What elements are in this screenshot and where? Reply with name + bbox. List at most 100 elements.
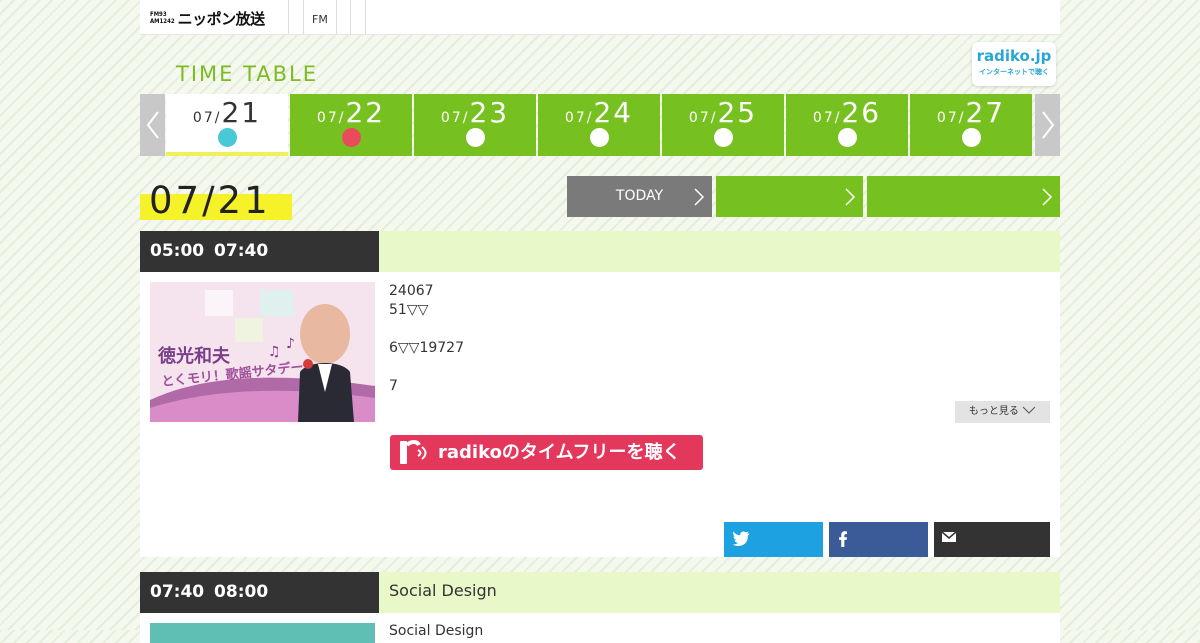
day-status-dot bbox=[342, 128, 361, 147]
header-divider bbox=[303, 0, 304, 34]
day-tab-day: 21 bbox=[221, 96, 262, 129]
program-thumbnail-art: 徳光和夫 とくモリ！歌謡サタデー ♫ ♪ bbox=[150, 282, 375, 422]
active-day-underline bbox=[166, 152, 288, 156]
logo-badge: FM93 AM1242 bbox=[150, 11, 175, 25]
day-tab-month: 07/ bbox=[812, 110, 842, 126]
day-status-dot bbox=[838, 128, 857, 147]
facebook-icon bbox=[839, 531, 847, 547]
radiko-banner-subtitle: インターネットで聴く bbox=[979, 68, 1049, 76]
header-divider bbox=[288, 0, 289, 34]
day-tab-month: 07/ bbox=[192, 110, 222, 126]
site-header: FM93 AM1242 ニッポン放送 FM bbox=[140, 0, 1060, 35]
day-tab-date: 07/25 bbox=[662, 96, 784, 129]
day-tab-date: 07/23 bbox=[414, 96, 536, 129]
today-button-label: TODAY bbox=[615, 188, 664, 204]
twitter-icon bbox=[732, 531, 750, 547]
description-line: 51▽▽ bbox=[389, 302, 429, 318]
radiko-banner[interactable]: radiko.jp インターネットで聴く bbox=[972, 42, 1056, 86]
day-status-dot bbox=[714, 128, 733, 147]
music-note-icon: ♪ bbox=[286, 336, 295, 352]
radiko-icon bbox=[400, 440, 427, 464]
twitter-share-button[interactable] bbox=[724, 522, 823, 557]
today-button[interactable]: TODAY bbox=[567, 176, 712, 217]
chevron-right-icon bbox=[1042, 188, 1053, 206]
thumb-title: 徳光和夫 bbox=[157, 345, 231, 367]
radiko-banner-title: radiko.jp bbox=[976, 47, 1052, 65]
day-tab-day: 24 bbox=[593, 96, 634, 129]
show-more-label: もっと見る bbox=[968, 406, 1019, 417]
show-more-button[interactable]: もっと見る bbox=[955, 401, 1050, 423]
next-button-1[interactable] bbox=[716, 176, 863, 217]
current-date: 07/21 bbox=[140, 176, 292, 222]
next-button-2[interactable] bbox=[867, 176, 1060, 217]
header-divider bbox=[350, 0, 351, 34]
day-tab[interactable]: 07/21 bbox=[166, 94, 288, 156]
site-logo[interactable]: FM93 AM1242 ニッポン放送 bbox=[150, 8, 265, 28]
day-tab[interactable]: 07/26 bbox=[786, 94, 908, 156]
day-status-dot bbox=[466, 128, 485, 147]
prev-week-button[interactable] bbox=[140, 94, 165, 156]
description-line: 7 bbox=[389, 378, 398, 394]
radiko-timefree-button[interactable]: radikoのタイムフリーを聴く bbox=[390, 435, 703, 470]
program-detail: Social Design bbox=[140, 613, 1060, 643]
next-week-button[interactable] bbox=[1035, 94, 1060, 156]
radiko-timefree-label: radikoのタイムフリーを聴く bbox=[438, 442, 681, 463]
chevron-down-icon bbox=[1022, 406, 1036, 414]
header-divider bbox=[336, 0, 337, 34]
program-header[interactable]: 07:40 08:00 Social Design bbox=[140, 572, 1060, 613]
mail-share-button[interactable] bbox=[934, 522, 1050, 557]
program-description: 24067 51▽▽ 6▽▽19727 7 bbox=[389, 282, 464, 396]
chevron-left-icon bbox=[146, 111, 159, 139]
program-end: 07:40 bbox=[214, 241, 269, 261]
program-time: 05:00 07:40 bbox=[140, 231, 379, 272]
logo-text: ニッポン放送 bbox=[177, 9, 266, 28]
day-tab[interactable]: 07/22 bbox=[290, 94, 412, 156]
day-tab-month: 07/ bbox=[316, 110, 346, 126]
program-header[interactable]: 05:00 07:40 bbox=[140, 231, 1060, 272]
logo-badge-fm: FM93 bbox=[150, 11, 167, 18]
day-tab[interactable]: 07/27 bbox=[910, 94, 1032, 156]
program-detail: 徳光和夫 とくモリ！歌謡サタデー ♫ ♪ 24067 51▽▽ 6▽▽19727… bbox=[140, 272, 1060, 557]
day-tab[interactable]: 07/25 bbox=[662, 94, 784, 156]
facebook-share-button[interactable] bbox=[829, 522, 928, 557]
day-status-dot bbox=[590, 128, 609, 147]
day-tab-date: 07/22 bbox=[290, 96, 412, 129]
program-start: 05:00 bbox=[150, 241, 205, 261]
program-end: 08:00 bbox=[214, 582, 269, 602]
program-description: Social Design bbox=[389, 623, 484, 639]
day-tab-month: 07/ bbox=[440, 110, 470, 126]
day-tab-date: 07/26 bbox=[786, 96, 908, 129]
day-tab-date: 07/27 bbox=[910, 96, 1032, 129]
day-tab-date: 07/24 bbox=[538, 96, 660, 129]
program-time: 07:40 08:00 bbox=[140, 572, 379, 613]
day-status-dot bbox=[962, 128, 981, 147]
description-line bbox=[389, 358, 464, 377]
day-tab-day: 23 bbox=[469, 96, 510, 129]
day-tab-day: 27 bbox=[965, 96, 1006, 129]
description-line: 6▽▽19727 bbox=[389, 340, 464, 356]
day-tab-month: 07/ bbox=[936, 110, 966, 126]
description-line: 24067 bbox=[389, 283, 434, 299]
day-tab-date: 07/21 bbox=[166, 96, 288, 129]
day-status-dot bbox=[218, 128, 237, 147]
day-tab-day: 25 bbox=[717, 96, 758, 129]
logo-badge-am: AM1242 bbox=[150, 18, 175, 25]
program-thumbnail[interactable] bbox=[150, 623, 375, 643]
day-tab[interactable]: 07/23 bbox=[414, 94, 536, 156]
day-tab-month: 07/ bbox=[688, 110, 718, 126]
chevron-right-icon bbox=[845, 188, 856, 206]
day-tab[interactable]: 07/24 bbox=[538, 94, 660, 156]
header-divider bbox=[365, 0, 366, 34]
program-start: 07:40 bbox=[150, 582, 205, 602]
day-tab-month: 07/ bbox=[564, 110, 594, 126]
mail-icon bbox=[942, 531, 956, 542]
program-thumbnail[interactable]: 徳光和夫 とくモリ！歌謡サタデー ♫ ♪ bbox=[150, 282, 375, 422]
program-title: Social Design bbox=[389, 581, 497, 600]
fm-link[interactable]: FM bbox=[312, 13, 328, 26]
music-note-icon: ♫ bbox=[268, 344, 281, 360]
day-tab-day: 22 bbox=[345, 96, 386, 129]
chevron-right-icon bbox=[1041, 111, 1054, 139]
chevron-right-icon bbox=[694, 188, 705, 206]
description-line bbox=[389, 320, 464, 339]
day-tab-day: 26 bbox=[841, 96, 882, 129]
